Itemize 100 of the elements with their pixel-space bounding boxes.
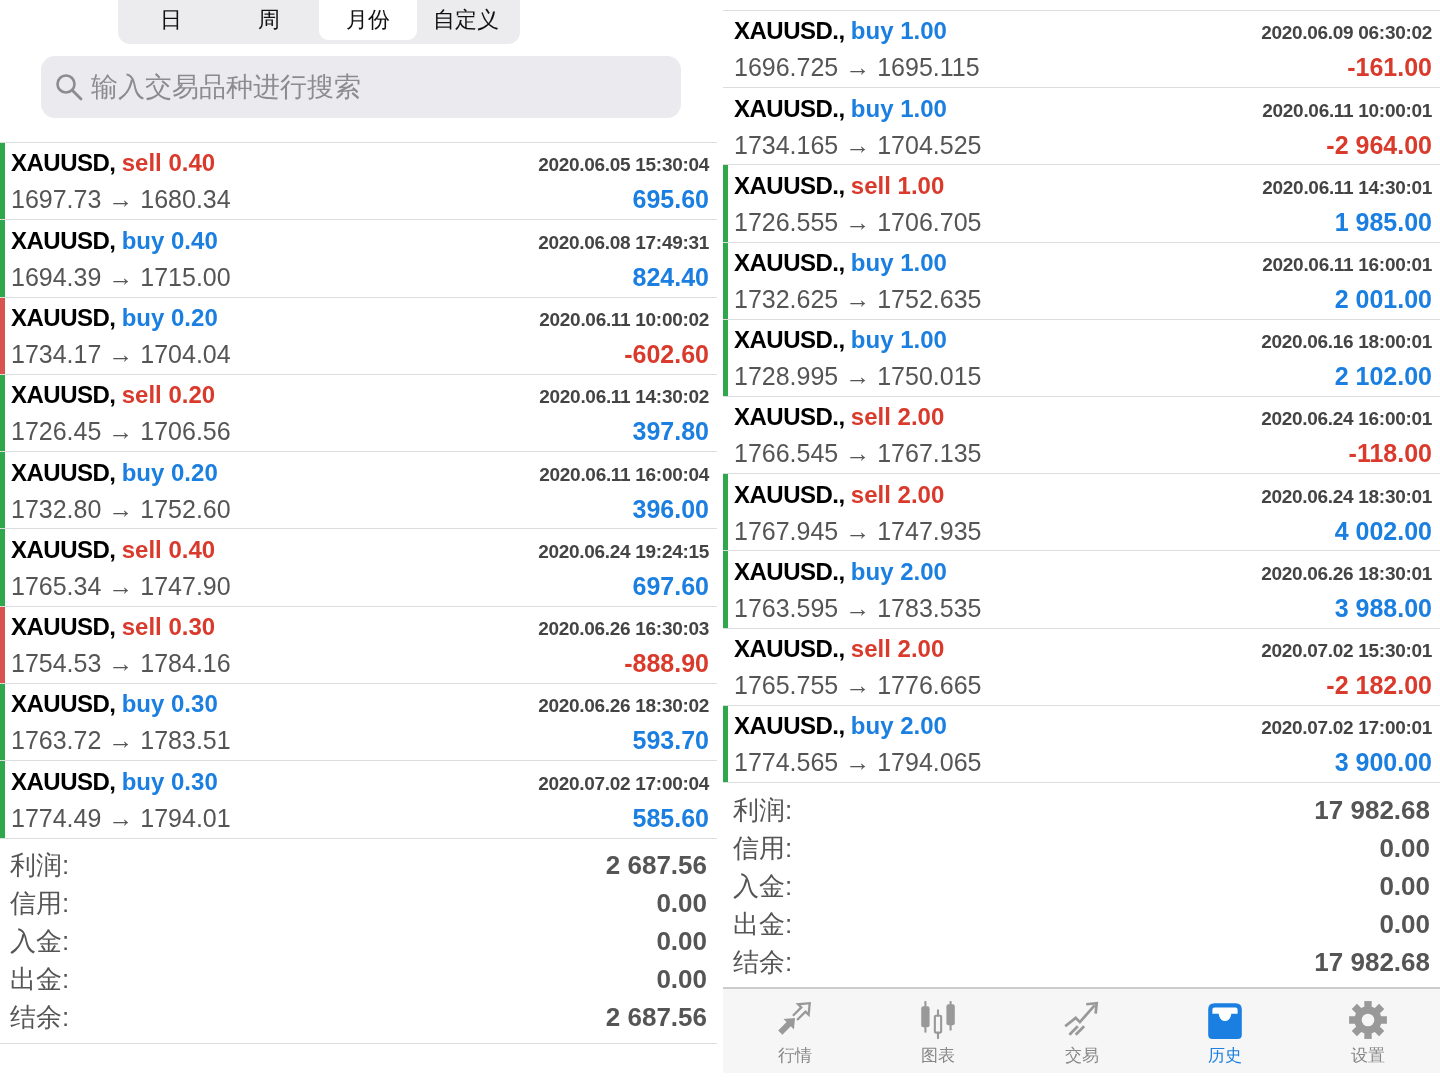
deal-type: sell 0.40	[121, 535, 216, 563]
deal-symbol: XAUUSD.,	[734, 17, 846, 45]
deal-type: buy 1.00	[850, 94, 947, 122]
deal-time: 2020.06.11 10:00:01	[1262, 98, 1432, 123]
deal-time: 2020.06.11 14:30:02	[539, 385, 709, 410]
deal-row[interactable]: XAUUSD., buy 1.00 2020.06.09 06:30:02 1696.725 → 1695.115 -161.00	[723, 10, 1440, 88]
deal-row[interactable]: XAUUSD., buy 1.00 2020.06.11 16:00:01 1732.625 → 1752.635 2 001.00	[723, 241, 1440, 319]
summary-label: 出金:	[733, 907, 793, 941]
deal-row[interactable]: XAUUSD, buy 0.40 2020.06.08 17:49:31 1694.39 → 1715.00 824.40	[0, 219, 717, 297]
deal-symbol: XAUUSD.,	[734, 94, 846, 122]
deal-time: 2020.06.26 18:30:01	[1261, 561, 1432, 586]
deal-type: buy 1.00	[850, 326, 947, 354]
deal-row[interactable]: XAUUSD, buy 0.20 2020.06.11 16:00:04 1732.80 → 1752.60 396.00	[0, 451, 717, 529]
deal-row[interactable]: XAUUSD., buy 1.00 2020.06.11 10:00:01 1734.165 → 1704.525 -2 964.00	[723, 87, 1440, 165]
deal-profit: 396.00	[632, 493, 709, 525]
deal-prices: 1763.72 → 1783.51	[11, 725, 231, 757]
deal-prices: 1765.34 → 1747.90	[11, 570, 231, 602]
deal-row[interactable]: XAUUSD, buy 0.30 2020.06.26 18:30:02 1763.72 → 1783.51 593.70	[0, 683, 717, 761]
deal-type: buy 0.30	[121, 767, 218, 795]
deal-row[interactable]: XAUUSD., sell 2.00 2020.07.02 15:30:01 1765.755 → 1776.665 -2 182.00	[723, 627, 1440, 705]
deal-symbol: XAUUSD.,	[734, 634, 846, 662]
deal-prices: 1766.545 → 1767.135	[734, 438, 982, 470]
deal-prices: 1728.995 → 1750.015	[734, 361, 982, 393]
summary-label: 利润:	[10, 849, 70, 883]
deal-type: sell 1.00	[850, 171, 945, 199]
summary-label: 结余:	[733, 945, 793, 979]
deal-time: 2020.06.11 16:00:01	[1262, 252, 1432, 277]
period-tab[interactable]: 月份	[318, 0, 417, 40]
search-field[interactable]: 输入交易品种进行搜索	[41, 56, 681, 118]
deal-prices: 1732.625 → 1752.635	[734, 283, 982, 315]
deal-type: buy 0.20	[121, 304, 218, 331]
deal-time: 2020.06.08 17:49:31	[538, 230, 709, 255]
deal-type: sell 0.20	[121, 381, 216, 409]
deal-symbol: XAUUSD,	[11, 458, 117, 486]
deal-time: 2020.07.02 15:30:01	[1261, 638, 1432, 663]
deal-time: 2020.06.24 16:00:01	[1261, 407, 1432, 432]
summary-value: 0.00	[656, 963, 707, 997]
period-tab[interactable]: 周	[220, 0, 319, 40]
summary-value: 17 982.68	[1314, 945, 1430, 979]
deal-symbol: XAUUSD.,	[734, 712, 846, 740]
deal-row[interactable]: XAUUSD, buy 0.20 2020.06.11 10:00:02 1734.17 → 1704.04 -602.60	[0, 296, 717, 374]
deal-time: 2020.06.24 18:30:01	[1261, 484, 1432, 509]
deal-symbol: XAUUSD,	[11, 149, 117, 177]
deal-profit: 2 001.00	[1334, 283, 1432, 315]
summary-label: 信用:	[10, 887, 70, 921]
deal-prices: 1732.80 → 1752.60	[11, 493, 231, 525]
deal-row[interactable]: XAUUSD, sell 0.40 2020.06.24 19:24:15 1765.34 → 1747.90 697.60	[0, 528, 717, 606]
deal-profit: 593.70	[632, 725, 709, 757]
deal-profit: 824.40	[632, 261, 709, 293]
deal-time: 2020.06.11 14:30:01	[1262, 175, 1432, 200]
deal-prices: 1696.725 → 1695.115	[734, 52, 980, 84]
deal-type: buy 2.00	[850, 557, 947, 585]
summary-value: 2 687.56	[605, 1001, 707, 1035]
deal-row[interactable]: XAUUSD., sell 1.00 2020.06.11 14:30:01 1726.555 → 1706.705 1 985.00	[723, 164, 1440, 242]
deal-type: sell 0.30	[121, 613, 216, 641]
deal-profit: 2 102.00	[1334, 361, 1432, 393]
deal-row[interactable]: XAUUSD, sell 0.40 2020.06.05 15:30:04 1697.73 → 1680.34 695.60	[0, 142, 717, 220]
deal-row[interactable]: XAUUSD., buy 2.00 2020.06.26 18:30:01 1763.595 → 1783.535 3 988.00	[723, 550, 1440, 628]
deal-row[interactable]: XAUUSD, buy 0.30 2020.07.02 17:00:04 1774.49 → 1794.01 585.60	[0, 760, 717, 838]
deal-prices: 1697.73 → 1680.34	[11, 184, 231, 216]
summary-value: 2 687.56	[605, 849, 707, 883]
deal-prices: 1763.595 → 1783.535	[734, 592, 982, 624]
deal-symbol: XAUUSD,	[11, 535, 117, 563]
deal-prices: 1734.17 → 1704.04	[11, 339, 231, 370]
deal-symbol: XAUUSD,	[11, 767, 117, 795]
summary-label: 出金:	[10, 963, 70, 997]
deal-row[interactable]: XAUUSD., sell 2.00 2020.06.24 18:30:01 1767.945 → 1747.935 4 002.00	[723, 473, 1440, 551]
summary-value: 0.00	[656, 925, 707, 959]
summary-label: 入金:	[733, 869, 793, 903]
period-tab[interactable]: 自定义	[417, 0, 516, 40]
deal-prices: 1694.39 → 1715.00	[11, 261, 231, 293]
deal-time: 2020.06.16 18:00:01	[1261, 330, 1432, 355]
deal-type: buy 1.00	[850, 248, 947, 276]
deal-type: sell 0.40	[121, 149, 216, 177]
deal-row[interactable]: XAUUSD, sell 0.20 2020.06.11 14:30:02 1726.45 → 1706.56 397.80	[0, 373, 717, 452]
deal-time: 2020.06.26 16:30:03	[538, 617, 709, 642]
deal-prices: 1765.755 → 1776.665	[734, 669, 982, 701]
deal-row[interactable]: XAUUSD., sell 2.00 2020.06.24 16:00:01 1766.545 → 1767.135 -118.00	[723, 396, 1440, 474]
summary-label: 结余:	[10, 1001, 70, 1035]
deal-symbol: XAUUSD.,	[734, 171, 846, 199]
deal-profit: 1 985.00	[1334, 206, 1432, 238]
deal-profit: 585.60	[632, 802, 709, 834]
tab-bar-item[interactable]: 历史	[1153, 989, 1297, 1073]
deal-time: 2020.07.02 17:00:01	[1261, 716, 1432, 741]
deal-symbol: XAUUSD,	[11, 304, 117, 331]
deal-time: 2020.06.11 16:00:04	[539, 462, 709, 487]
summary-value: 0.00	[1379, 869, 1430, 903]
deal-profit: -2 182.00	[1326, 669, 1432, 701]
deal-symbol: XAUUSD,	[11, 613, 117, 641]
deal-prices: 1767.945 → 1747.935	[734, 515, 982, 547]
deal-time: 2020.07.02 17:00:04	[538, 771, 709, 796]
deal-row[interactable]: XAUUSD., buy 2.00 2020.07.02 17:00:01 1774.565 → 1794.065 3 900.00	[723, 704, 1440, 783]
summary-value: 0.00	[1379, 907, 1430, 941]
deal-profit: 3 900.00	[1334, 747, 1432, 779]
period-tab[interactable]: 日	[121, 0, 220, 40]
deal-row[interactable]: XAUUSD., buy 1.00 2020.06.16 18:00:01 1728.995 → 1750.015 2 102.00	[723, 318, 1440, 396]
deal-type: buy 2.00	[850, 712, 947, 740]
deal-profit: 397.80	[632, 416, 709, 448]
deal-profit: 4 002.00	[1334, 515, 1432, 547]
deal-row[interactable]: XAUUSD, sell 0.30 2020.06.26 16:30:03 1754.53 → 1784.16 -888.90	[0, 605, 717, 684]
